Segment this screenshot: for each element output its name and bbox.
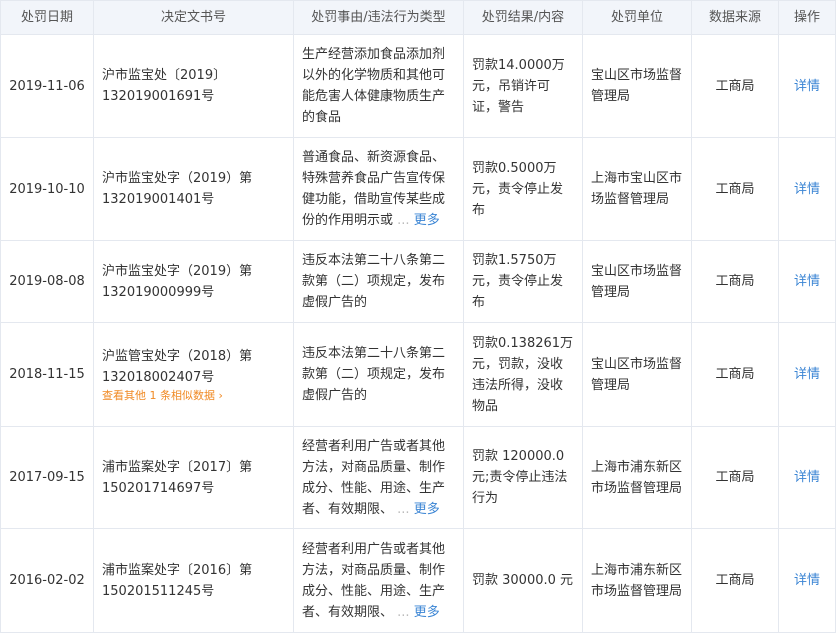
cell-action: 详情 — [778, 240, 836, 323]
col-header-date: 处罚日期 — [0, 0, 94, 35]
cell-action: 详情 — [778, 322, 836, 427]
cell-source: 工商局 — [691, 528, 779, 633]
cell-action: 详情 — [778, 137, 836, 241]
cell-result: 罚款0.138261万元，罚款，没收违法所得，没收物品 — [463, 322, 583, 427]
cell-reason: 生产经营添加食品添加剂以外的化学物质和其他可能危害人体健康物质生产的食品 — [293, 34, 464, 138]
cell-action: 详情 — [778, 426, 836, 529]
table-row: 2016-02-02 浦市监案处字〔2016〕第150201511245号 经营… — [0, 528, 836, 633]
cell-result: 罚款14.0000万元，吊销许可证，警告 — [463, 34, 583, 138]
cell-reason: 违反本法第二十八条第二款第（二）项规定，发布虚假广告的 — [293, 240, 464, 323]
col-header-action: 操作 — [778, 0, 836, 35]
cell-source: 工商局 — [691, 240, 779, 323]
cell-result: 罚款 30000.0 元 — [463, 528, 583, 633]
detail-link[interactable]: 详情 — [794, 367, 820, 382]
cell-reason: 违反本法第二十八条第二款第（二）项规定，发布虚假广告的 — [293, 322, 464, 427]
cell-reason: 经营者利用广告或者其他方法，对商品质量、制作成分、性能、用途、生产者、有效期限、… — [293, 528, 464, 633]
cell-doc-no: 浦市监案处字〔2016〕第150201511245号 — [93, 528, 294, 633]
detail-link[interactable]: 详情 — [794, 79, 820, 94]
more-link[interactable]: 更多 — [414, 605, 440, 620]
cell-result: 罚款0.5000万元，责令停止发布 — [463, 137, 583, 241]
cell-unit: 上海市浦东新区市场监督管理局 — [582, 528, 692, 633]
reason-text: 违反本法第二十八条第二款第（二）项规定，发布虚假广告的 — [302, 346, 446, 403]
cell-source: 工商局 — [691, 34, 779, 138]
cell-date: 2016-02-02 — [0, 528, 94, 633]
detail-link[interactable]: 详情 — [794, 573, 820, 588]
detail-link[interactable]: 详情 — [794, 274, 820, 289]
similar-data-link[interactable]: 查看其他 1 条相似数据 › — [102, 388, 285, 404]
table-header-row: 处罚日期 决定文书号 处罚事由/违法行为类型 处罚结果/内容 处罚单位 数据来源… — [0, 0, 836, 35]
col-header-result: 处罚结果/内容 — [463, 0, 583, 35]
cell-source: 工商局 — [691, 137, 779, 241]
doc-no-text: 沪监管宝处字（2018）第132018002407号 — [102, 348, 253, 385]
cell-doc-no: 沪市监宝处字（2019）第132019000999号 — [93, 240, 294, 323]
cell-date: 2019-08-08 — [0, 240, 94, 323]
cell-unit: 宝山区市场监督管理局 — [582, 34, 692, 138]
table-row: 2018-11-15 沪监管宝处字（2018）第132018002407号查看其… — [0, 322, 836, 427]
cell-action: 详情 — [778, 34, 836, 138]
cell-date: 2018-11-15 — [0, 322, 94, 427]
penalty-table: 处罚日期 决定文书号 处罚事由/违法行为类型 处罚结果/内容 处罚单位 数据来源… — [0, 0, 836, 633]
col-header-unit: 处罚单位 — [582, 0, 692, 35]
cell-action: 详情 — [778, 528, 836, 633]
cell-date: 2019-10-10 — [0, 137, 94, 241]
cell-unit: 宝山区市场监督管理局 — [582, 322, 692, 427]
cell-source: 工商局 — [691, 322, 779, 427]
more-link[interactable]: 更多 — [414, 502, 440, 517]
cell-unit: 宝山区市场监督管理局 — [582, 240, 692, 323]
col-header-reason: 处罚事由/违法行为类型 — [293, 0, 464, 35]
cell-date: 2017-09-15 — [0, 426, 94, 529]
cell-doc-no: 沪市监宝处〔2019〕132019001691号 — [93, 34, 294, 138]
cell-reason: 普通食品、新资源食品、特殊营养食品广告宣传保健功能，借助宣传某些成份的作用明示或… — [293, 137, 464, 241]
cell-result: 罚款1.5750万元，责令停止发布 — [463, 240, 583, 323]
cell-doc-no: 沪监管宝处字（2018）第132018002407号查看其他 1 条相似数据 › — [93, 322, 294, 427]
table-row: 2019-10-10 沪市监宝处字（2019）第132019001401号 普通… — [0, 137, 836, 241]
cell-result: 罚款 120000.0元;责令停止违法行为 — [463, 426, 583, 529]
reason-text: 生产经营添加食品添加剂以外的化学物质和其他可能危害人体健康物质生产的食品 — [302, 47, 446, 125]
col-header-source: 数据来源 — [691, 0, 779, 35]
table-row: 2019-11-06 沪市监宝处〔2019〕132019001691号 生产经营… — [0, 34, 836, 138]
more-link[interactable]: 更多 — [414, 213, 440, 228]
detail-link[interactable]: 详情 — [794, 470, 820, 485]
cell-reason: 经营者利用广告或者其他方法，对商品质量、制作成分、性能、用途、生产者、有效期限、… — [293, 426, 464, 529]
table-row: 2017-09-15 浦市监案处字〔2017〕第150201714697号 经营… — [0, 426, 836, 529]
detail-link[interactable]: 详情 — [794, 182, 820, 197]
cell-unit: 上海市宝山区市场监督管理局 — [582, 137, 692, 241]
reason-text: 违反本法第二十八条第二款第（二）项规定，发布虚假广告的 — [302, 253, 446, 310]
table-row: 2019-08-08 沪市监宝处字（2019）第132019000999号 违反… — [0, 240, 836, 323]
cell-doc-no: 浦市监案处字〔2017〕第150201714697号 — [93, 426, 294, 529]
cell-doc-no: 沪市监宝处字（2019）第132019001401号 — [93, 137, 294, 241]
cell-source: 工商局 — [691, 426, 779, 529]
cell-date: 2019-11-06 — [0, 34, 94, 138]
cell-unit: 上海市浦东新区市场监督管理局 — [582, 426, 692, 529]
col-header-doc-no: 决定文书号 — [93, 0, 294, 35]
